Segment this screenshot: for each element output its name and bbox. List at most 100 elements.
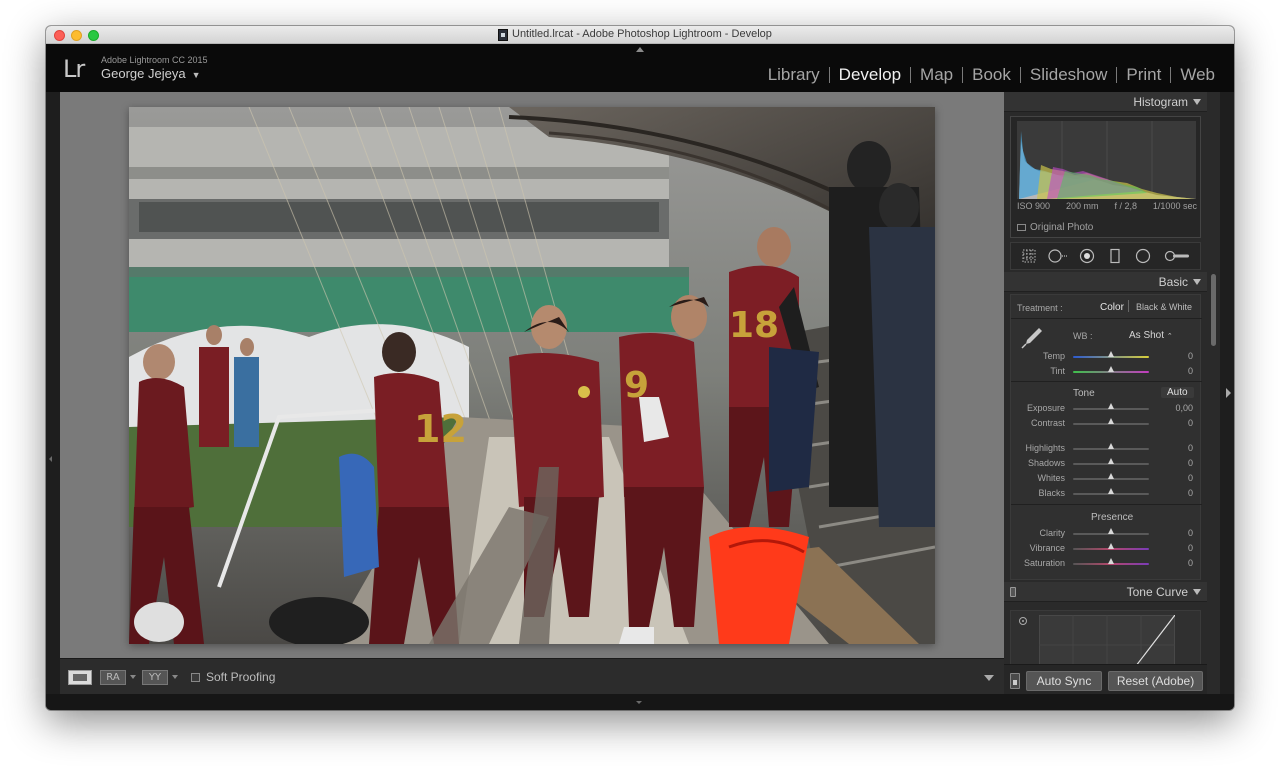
vibrance-value[interactable]: 0 — [1163, 543, 1193, 553]
whites-label: Whites — [1037, 473, 1065, 483]
shutter-speed-value: 1/1000 sec — [1152, 201, 1197, 211]
auto-sync-switch[interactable] — [1010, 673, 1020, 689]
app-version: Adobe Lightroom CC 2015 — [101, 55, 208, 65]
auto-sync-button[interactable]: Auto Sync — [1026, 671, 1102, 691]
highlights-slider-thumb[interactable] — [1108, 443, 1114, 449]
tone-auto-button[interactable]: Auto — [1161, 387, 1194, 398]
module-web[interactable]: Web — [1171, 65, 1224, 85]
graduated-filter-icon[interactable] — [1107, 248, 1123, 264]
close-window-button[interactable] — [54, 30, 65, 41]
exposure-value[interactable]: 0,00 — [1163, 403, 1193, 413]
photo-canvas[interactable]: 12 9 18 — [60, 92, 1004, 658]
module-slideshow[interactable]: Slideshow — [1021, 65, 1117, 85]
histogram-header[interactable]: Histogram — [1004, 92, 1207, 112]
treatment-label: Treatment : — [1017, 303, 1063, 313]
module-book[interactable]: Book — [963, 65, 1020, 85]
wb-label: WB : — [1073, 331, 1093, 341]
left-panel-collapsed[interactable] — [46, 92, 60, 694]
spot-removal-icon[interactable] — [1047, 248, 1069, 264]
whites-slider-thumb[interactable] — [1108, 473, 1114, 479]
radial-filter-icon[interactable] — [1135, 248, 1151, 264]
toolbar-options-menu-icon[interactable] — [984, 675, 994, 681]
wb-preset-select[interactable]: As Shot ⌃ — [1129, 330, 1173, 341]
temp-slider-thumb[interactable] — [1108, 351, 1114, 357]
tone-curve-title: Tone Curve — [1126, 585, 1188, 599]
vibrance-label: Vibrance — [1029, 543, 1065, 553]
window-title: Untitled.lrcat - Adobe Photoshop Lightro… — [512, 28, 772, 40]
tone-curve-graph[interactable] — [1039, 615, 1175, 670]
saturation-label: Saturation — [1023, 558, 1065, 568]
photo-preview[interactable]: 12 9 18 — [129, 107, 935, 644]
module-print[interactable]: Print — [1117, 65, 1170, 85]
reset-adobe-button[interactable]: Reset (Adobe) — [1108, 671, 1203, 691]
temp-value[interactable]: 0 — [1163, 351, 1193, 361]
before-after-left-right-button[interactable]: RA — [100, 670, 126, 685]
filmstrip-toggle-icon[interactable] — [636, 701, 642, 704]
targeted-adjustment-icon[interactable] — [1017, 615, 1029, 627]
tint-slider-thumb[interactable] — [1108, 366, 1114, 372]
saturation-slider-thumb[interactable] — [1108, 558, 1114, 564]
basic-panel: Treatment : Color Black & White WB : As … — [1010, 294, 1202, 580]
shadows-value[interactable]: 0 — [1163, 458, 1193, 468]
whites-value[interactable]: 0 — [1163, 473, 1193, 483]
soft-proofing-checkbox[interactable] — [191, 673, 200, 682]
collapse-triangle-icon — [1193, 99, 1201, 105]
develop-toolbar: RA YY Soft Proofing — [60, 658, 1004, 694]
tint-label: Tint — [1050, 366, 1065, 376]
top-panel-toggle-icon[interactable] — [636, 47, 644, 52]
original-photo-indicator[interactable]: Original Photo — [1017, 222, 1093, 233]
right-panel-toggle-icon[interactable] — [1226, 388, 1231, 398]
contrast-value[interactable]: 0 — [1163, 418, 1193, 428]
left-panel-toggle-icon[interactable] — [49, 456, 52, 462]
lightroom-logo: Lr — [63, 55, 85, 83]
title-bar: Untitled.lrcat - Adobe Photoshop Lightro… — [46, 26, 1234, 44]
zoom-window-button[interactable] — [88, 30, 99, 41]
crop-overlay-icon[interactable] — [1021, 248, 1037, 264]
module-develop[interactable]: Develop — [830, 65, 910, 85]
jersey-number-18: 18 — [729, 305, 779, 346]
focal-length-value: 200 mm — [1065, 201, 1099, 211]
before-after-swap-caret-icon[interactable] — [172, 675, 178, 679]
right-panel: Histogram ISO 900 200 mm f / 2,8 1/1000 … — [1004, 92, 1220, 694]
filmstrip-collapsed[interactable] — [46, 694, 1234, 710]
right-panel-scrollbar[interactable] — [1211, 274, 1216, 346]
identity-plate-user[interactable]: George Jejeya ▼ — [101, 66, 200, 81]
basic-header[interactable]: Basic — [1004, 272, 1207, 292]
tint-value[interactable]: 0 — [1163, 366, 1193, 376]
vibrance-slider-thumb[interactable] — [1108, 543, 1114, 549]
before-after-menu-caret-icon[interactable] — [130, 675, 136, 679]
clarity-value[interactable]: 0 — [1163, 528, 1193, 538]
soccer-players-photo: 12 9 18 — [129, 107, 935, 644]
treatment-color-option[interactable]: Color — [1100, 302, 1124, 313]
highlights-value[interactable]: 0 — [1163, 443, 1193, 453]
exposure-slider-thumb[interactable] — [1108, 403, 1114, 409]
contrast-label: Contrast — [1030, 418, 1065, 428]
minimize-window-button[interactable] — [71, 30, 82, 41]
module-library[interactable]: Library — [759, 65, 829, 85]
contrast-slider-thumb[interactable] — [1108, 418, 1114, 424]
loupe-view-button[interactable] — [68, 670, 92, 685]
treatment-separator — [1128, 300, 1129, 312]
white-balance-eyedropper-icon[interactable] — [1019, 325, 1045, 351]
red-eye-correction-icon[interactable] — [1079, 248, 1095, 264]
collapse-triangle-icon — [1193, 589, 1201, 595]
blacks-value[interactable]: 0 — [1163, 488, 1193, 498]
shadows-slider-thumb[interactable] — [1108, 458, 1114, 464]
module-map[interactable]: Map — [911, 65, 962, 85]
clarity-slider-thumb[interactable] — [1108, 528, 1114, 534]
iso-value: ISO 900 — [1017, 201, 1051, 211]
right-panel-edge[interactable] — [1220, 92, 1234, 694]
basic-title: Basic — [1158, 275, 1188, 289]
before-after-top-bottom-button[interactable]: YY — [142, 670, 168, 685]
histogram[interactable]: ISO 900 200 mm f / 2,8 1/1000 sec Origin… — [1010, 116, 1201, 238]
treatment-bw-option[interactable]: Black & White — [1136, 302, 1192, 312]
updown-chevron-icon: ⌃ — [1166, 333, 1173, 340]
adjustment-brush-icon[interactable] — [1163, 248, 1191, 264]
blacks-slider-thumb[interactable] — [1108, 488, 1114, 494]
saturation-value[interactable]: 0 — [1163, 558, 1193, 568]
tone-curve-enable-switch[interactable] — [1010, 587, 1016, 597]
tone-curve-header[interactable]: Tone Curve — [1004, 582, 1207, 602]
triangle-down-icon: ▼ — [191, 70, 201, 80]
wb-preset-value: As Shot — [1129, 330, 1165, 341]
top-panel: Lr Adobe Lightroom CC 2015 George Jejeya… — [46, 44, 1234, 92]
